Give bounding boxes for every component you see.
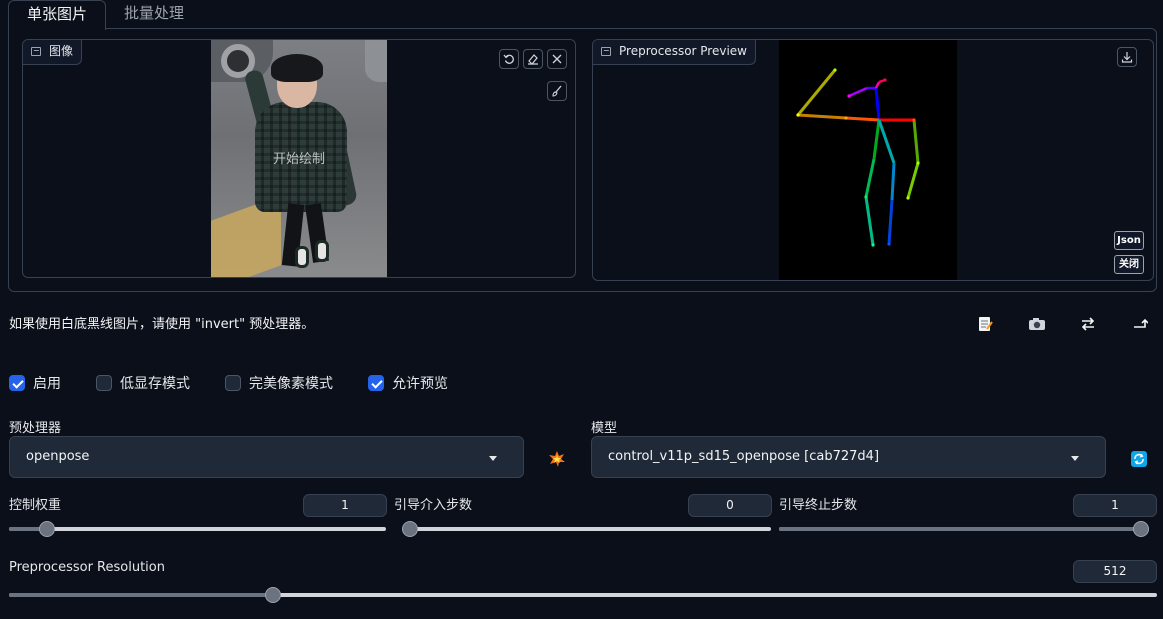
control-weight-slider[interactable]	[9, 521, 386, 537]
image-label: 图像	[23, 40, 83, 65]
slider-thumb[interactable]	[38, 521, 55, 537]
preview-label: Preprocessor Preview	[593, 40, 756, 65]
input-photo[interactable]: 开始绘制	[211, 40, 387, 277]
refresh-icon[interactable]	[1131, 451, 1147, 467]
chevron-down-icon	[489, 456, 497, 461]
control-weight-label: 控制权重	[9, 498, 62, 513]
model-label: 模型	[591, 421, 618, 436]
preprocessor-resolution-label: Preprocessor Resolution	[9, 560, 165, 575]
json-button[interactable]: Json	[1114, 231, 1144, 250]
close-icon[interactable]	[547, 49, 567, 69]
checkbox-box[interactable]	[96, 375, 112, 391]
allow-preview-checkbox[interactable]: 允许预览	[368, 374, 448, 392]
guidance-end-input[interactable]: 1	[1073, 494, 1157, 517]
slider-thumb[interactable]	[265, 587, 282, 603]
undo-icon[interactable]	[499, 49, 519, 69]
guidance-start-label: 引导介入步数	[394, 498, 473, 513]
model-select[interactable]: control_v11p_sd15_openpose [cab727d4]	[591, 436, 1106, 478]
preprocessor-resolution-slider[interactable]	[9, 587, 1157, 603]
chevron-down-icon	[1071, 456, 1079, 461]
guidance-end-label: 引导终止步数	[779, 498, 858, 513]
close-preview-button[interactable]: 关闭	[1114, 255, 1144, 274]
guidance-end-slider[interactable]	[779, 521, 1149, 537]
download-icon[interactable]	[1117, 47, 1137, 67]
control-weight-input[interactable]: 1	[303, 494, 387, 517]
checkbox-box[interactable]	[368, 375, 384, 391]
preprocessor-resolution-input[interactable]: 512	[1073, 560, 1157, 583]
guidance-start-slider[interactable]	[402, 521, 771, 537]
swap-icon[interactable]	[1078, 316, 1098, 336]
brush-icon[interactable]	[547, 81, 567, 101]
low-vram-checkbox[interactable]: 低显存模式	[96, 374, 190, 392]
send-icon[interactable]	[1130, 316, 1150, 336]
image-icon	[31, 47, 41, 56]
checkbox-box[interactable]	[225, 375, 241, 391]
tab-single-image[interactable]: 单张图片	[8, 0, 107, 30]
eraser-icon[interactable]	[523, 49, 543, 69]
slider-thumb[interactable]	[402, 521, 418, 537]
preprocessor-preview-panel: Preprocessor Preview Json 关闭	[592, 39, 1154, 281]
slider-thumb[interactable]	[1133, 521, 1149, 537]
image-icon	[601, 47, 611, 56]
guidance-start-input[interactable]: 0	[688, 494, 772, 517]
preprocessor-select[interactable]: openpose	[9, 436, 524, 478]
preprocessor-label: 预处理器	[9, 421, 62, 436]
tab-batch[interactable]: 批量处理	[106, 0, 202, 29]
draw-hint: 开始绘制	[272, 152, 325, 167]
image-input-panel[interactable]: 开始绘制 图像	[22, 39, 576, 278]
checkbox-box[interactable]	[9, 375, 25, 391]
memo-icon[interactable]	[975, 316, 995, 336]
enable-checkbox[interactable]: 启用	[9, 374, 61, 392]
pose-skeleton	[779, 40, 957, 280]
pixel-perfect-checkbox[interactable]: 完美像素模式	[225, 374, 333, 392]
camera-icon[interactable]	[1027, 316, 1047, 336]
explosion-icon[interactable]	[548, 450, 566, 468]
invert-hint: 如果使用白底黑线图片，请使用 "invert" 预处理器。	[9, 317, 315, 332]
